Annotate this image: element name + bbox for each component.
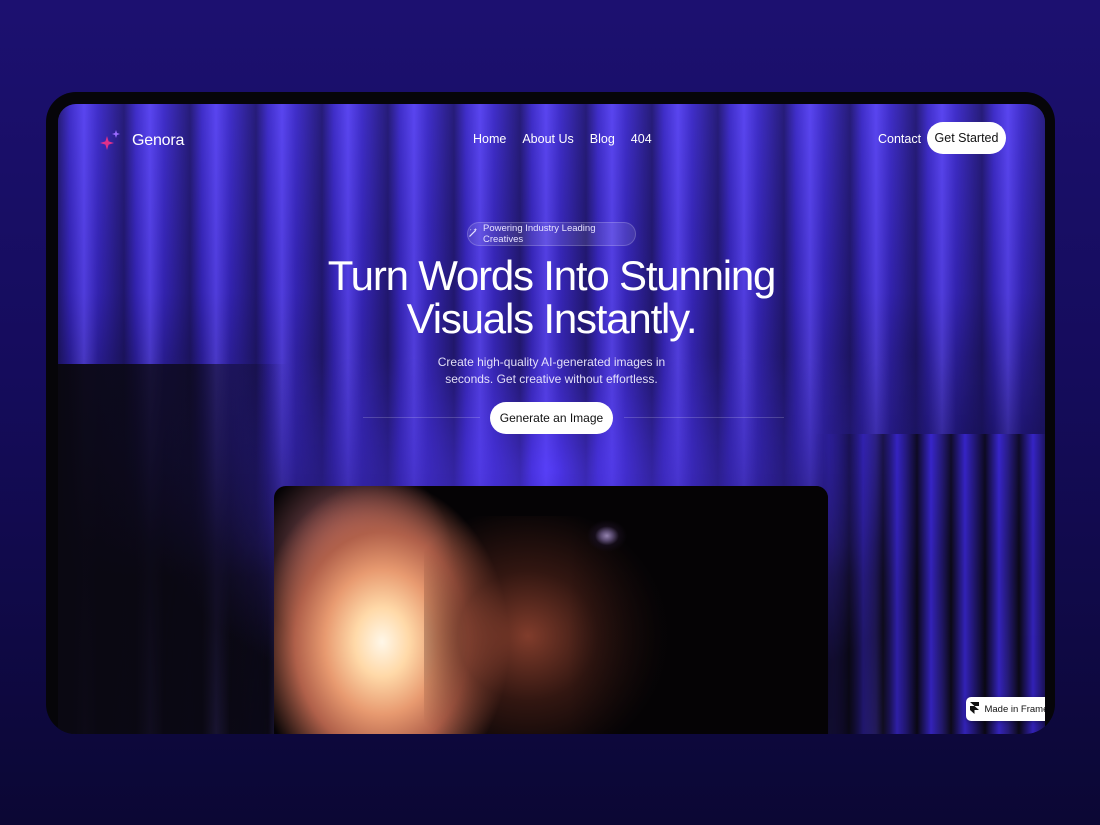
get-started-button[interactable]: Get Started bbox=[927, 122, 1006, 154]
magic-wand-icon bbox=[468, 227, 479, 241]
brand-logo[interactable]: Genora bbox=[98, 128, 184, 154]
generate-image-button[interactable]: Generate an Image bbox=[490, 402, 613, 434]
made-in-framer-badge[interactable]: Made in Framer bbox=[966, 697, 1045, 721]
hero-subtitle: Create high-quality AI-generated images … bbox=[58, 354, 1045, 388]
top-nav: Genora Home About Us Blog 404 Contact Ge… bbox=[58, 104, 1045, 174]
nav-blog[interactable]: Blog bbox=[590, 132, 615, 146]
nav-about-us[interactable]: About Us bbox=[522, 132, 573, 146]
divider-left bbox=[363, 417, 480, 418]
nav-menu: Home About Us Blog 404 bbox=[473, 132, 652, 146]
hero-badge: Powering Industry Leading Creatives bbox=[467, 222, 636, 246]
nav-404[interactable]: 404 bbox=[631, 132, 652, 146]
nav-contact[interactable]: Contact bbox=[878, 132, 921, 146]
framer-badge-label: Made in Framer bbox=[984, 703, 1045, 715]
framer-icon bbox=[970, 701, 980, 717]
nav-home[interactable]: Home bbox=[473, 132, 506, 146]
hero-subtitle-line2: seconds. Get creative without effortless… bbox=[445, 372, 658, 386]
website-screen: Genora Home About Us Blog 404 Contact Ge… bbox=[58, 104, 1045, 734]
hero-headline-line2: Visuals Instantly. bbox=[406, 295, 698, 342]
brand-name: Genora bbox=[132, 132, 185, 149]
hero-subtitle-line1: Create high-quality AI-generated images … bbox=[437, 355, 666, 369]
hero-image bbox=[274, 486, 828, 734]
divider-right bbox=[624, 417, 784, 418]
hero-badge-label: Powering Industry Leading Creatives bbox=[483, 223, 596, 245]
device-frame: Genora Home About Us Blog 404 Contact Ge… bbox=[46, 92, 1055, 734]
hero-headline: Turn Words Into Stunning Visuals Instant… bbox=[58, 254, 1045, 340]
light-streaks-right bbox=[815, 434, 1045, 734]
sparkle-icon bbox=[98, 128, 124, 154]
hero-headline-line1: Turn Words Into Stunning bbox=[327, 252, 777, 299]
